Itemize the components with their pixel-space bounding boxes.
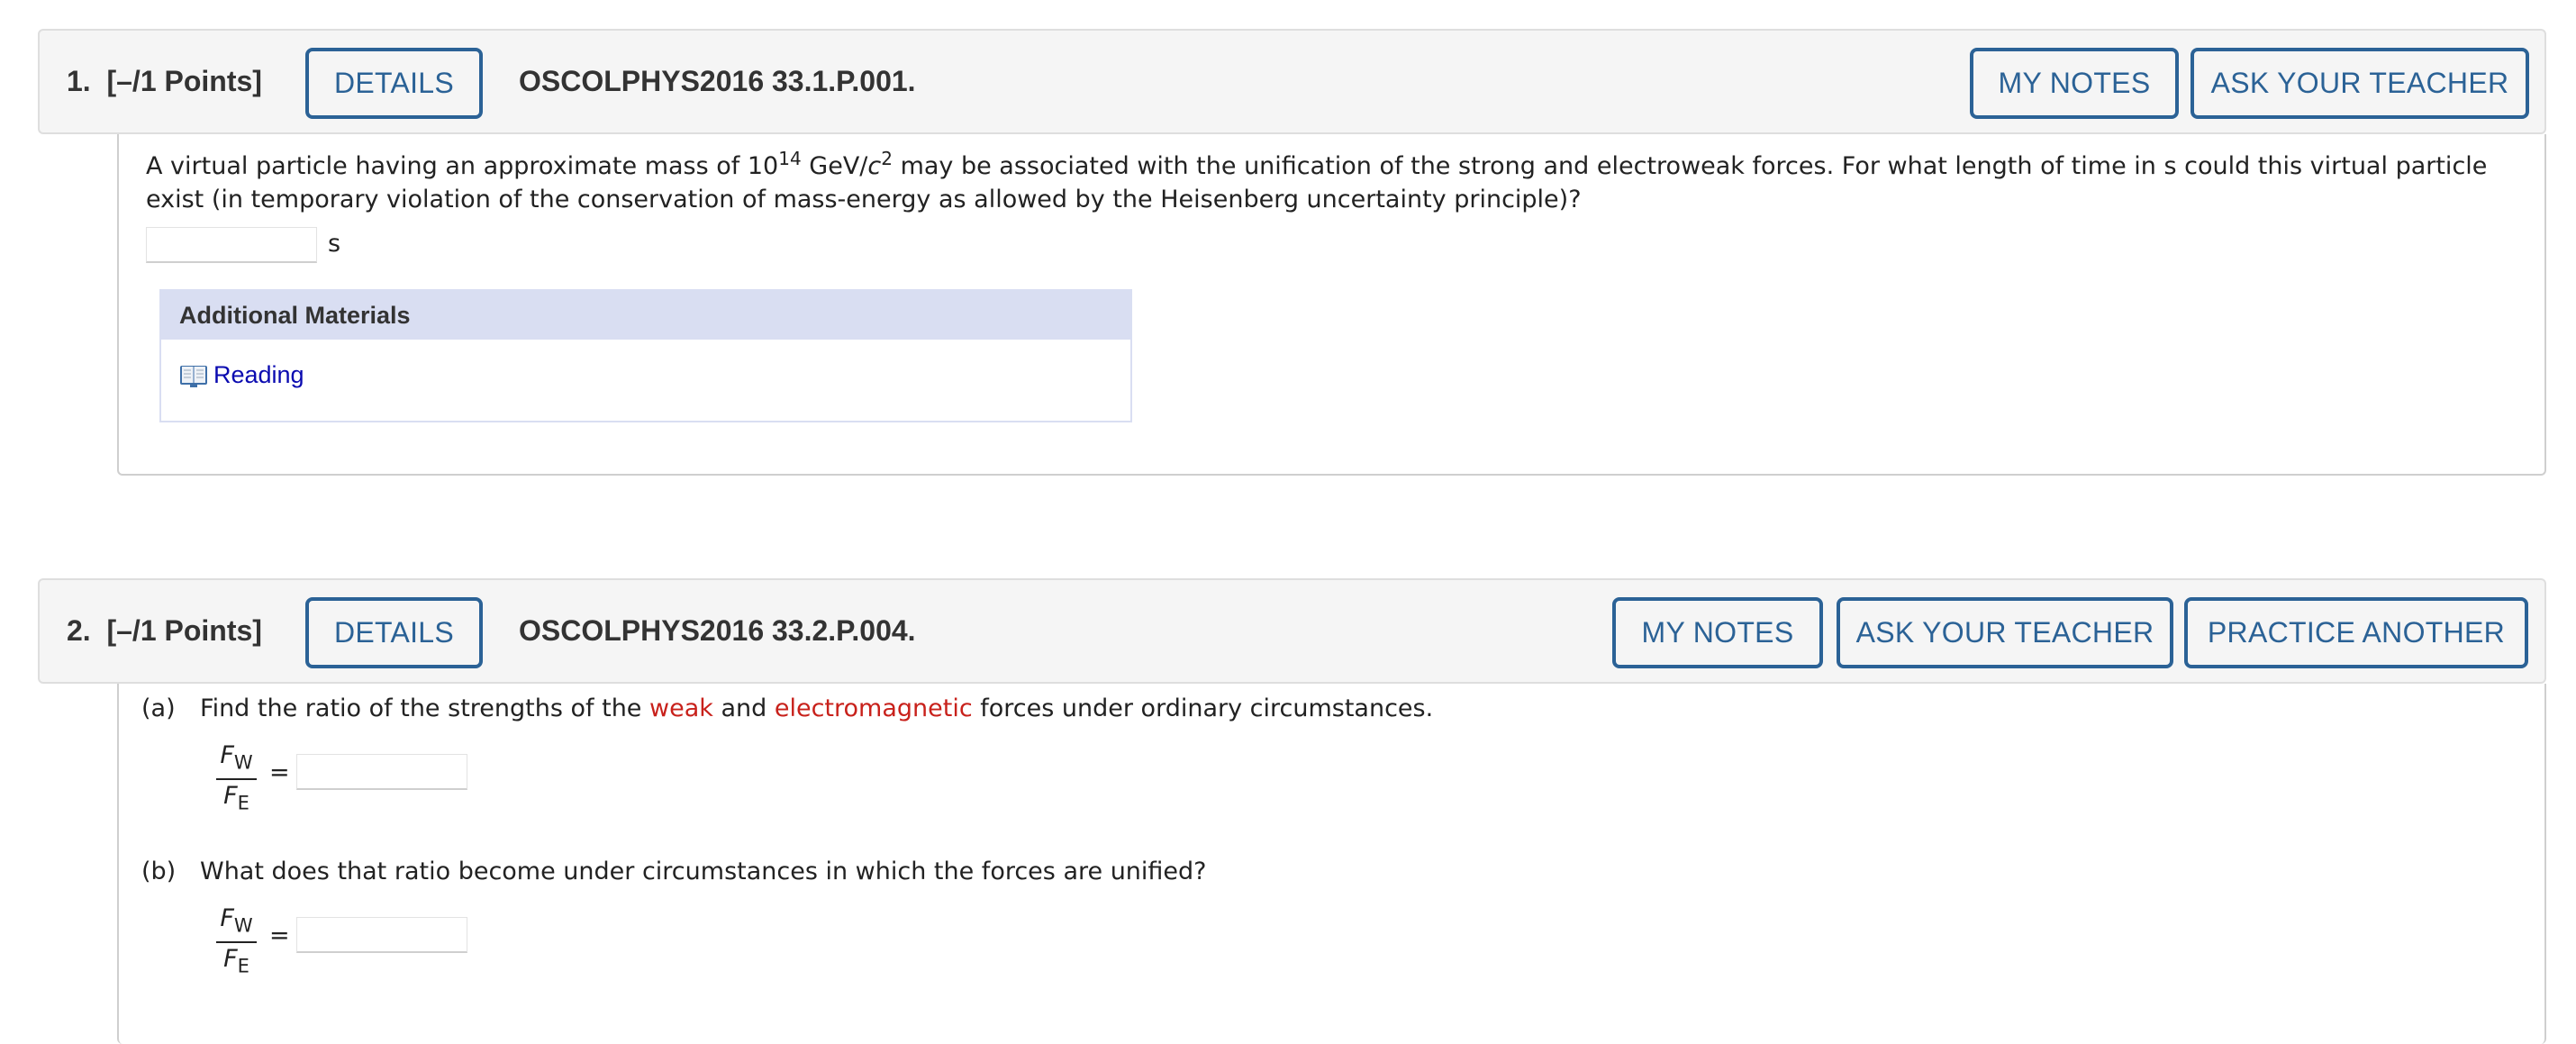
points-label: [–/1 Points]	[106, 614, 262, 647]
equals-sign: =	[269, 921, 290, 949]
part-b-prompt: (b) What does that ratio become under cir…	[141, 858, 1207, 885]
answer-unit: s	[328, 230, 341, 258]
question-number: 1.	[67, 65, 91, 97]
question-number: 2.	[67, 614, 91, 647]
part-b-answer-input[interactable]	[296, 917, 467, 953]
question-code: OSCOLPHYS2016 33.1.P.001.	[519, 65, 916, 97]
ratio-fraction: FW FE	[216, 742, 257, 817]
part-a-answer-input[interactable]	[296, 754, 467, 790]
question-1-number: 1. [–/1 Points]	[67, 65, 262, 98]
ask-your-teacher-button[interactable]: ASK YOUR TEACHER	[1837, 597, 2173, 668]
part-label: (a)	[141, 694, 176, 722]
answer-input[interactable]	[146, 227, 317, 263]
additional-materials: Additional Materials Reading	[159, 289, 1132, 422]
question-2-number: 2. [–/1 Points]	[67, 614, 262, 648]
my-notes-button[interactable]: MY NOTES	[1612, 597, 1823, 668]
fraction-bar	[216, 941, 257, 944]
question-2-body: (a) Find the ratio of the strengths of th…	[117, 684, 2546, 1044]
ratio-fraction: FW FE	[216, 905, 257, 980]
reading-link-label[interactable]: Reading	[213, 361, 304, 389]
additional-materials-title: Additional Materials	[161, 291, 1130, 340]
details-button[interactable]: DETAILS	[305, 597, 483, 668]
points-label: [–/1 Points]	[106, 65, 262, 97]
reading-link[interactable]: Reading	[179, 361, 304, 389]
part-label: (b)	[141, 858, 177, 885]
my-notes-button[interactable]: MY NOTES	[1970, 48, 2179, 119]
ask-your-teacher-button[interactable]: ASK YOUR TEACHER	[2191, 48, 2529, 119]
electromagnetic-highlight: electromagnetic	[774, 694, 973, 722]
question-2-header: 2. [–/1 Points] DETAILS OSCOLPHYS2016 33…	[38, 578, 2546, 684]
equals-sign: =	[269, 758, 290, 786]
practice-another-button[interactable]: PRACTICE ANOTHER	[2184, 597, 2528, 668]
book-icon	[180, 365, 207, 387]
details-button[interactable]: DETAILS	[305, 48, 483, 119]
question-1-body: A virtual particle having an approximate…	[117, 134, 2546, 476]
part-a-prompt: (a) Find the ratio of the strengths of th…	[141, 694, 1434, 722]
question-1-header: 1. [–/1 Points] DETAILS OSCOLPHYS2016 33…	[38, 29, 2546, 134]
weak-highlight: weak	[649, 694, 713, 722]
question-text: A virtual particle having an approximate…	[146, 148, 2488, 213]
question-code: OSCOLPHYS2016 33.2.P.004.	[519, 614, 916, 647]
fraction-bar	[216, 778, 257, 781]
